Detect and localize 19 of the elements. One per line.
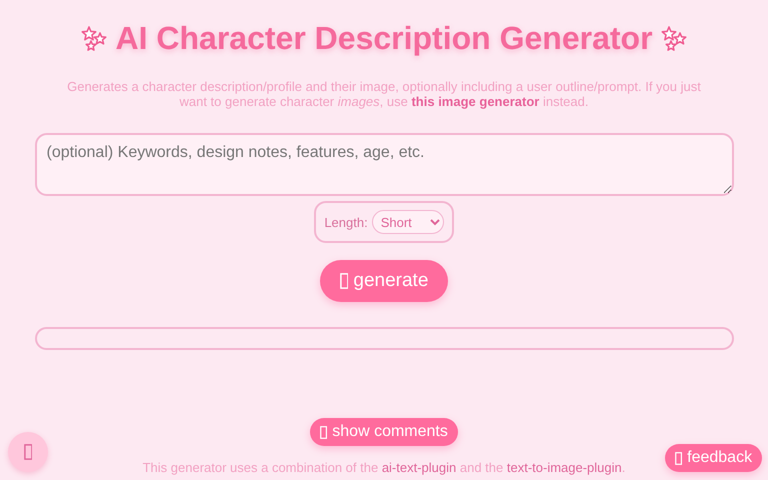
ai-text-plugin-link[interactable]: ai-text-plugin (382, 460, 456, 475)
length-label: Length: (324, 214, 368, 230)
image-generator-link[interactable]: this image generator (411, 94, 540, 109)
sparkles-icon (660, 26, 687, 52)
text-to-image-plugin-link[interactable]: text-to-image-plugin (506, 460, 622, 475)
page-title: AI Character Description Generator (115, 20, 653, 57)
square-icon (320, 426, 328, 438)
description-text: Generates a character description/profile and their image, optionally including a user outline/prompt. If you just want to generate character images, use this image generator instead. (66, 79, 702, 109)
generate-button[interactable]: generate (320, 260, 448, 302)
length-select[interactable]: Short (372, 210, 444, 234)
footer-text: This generator uses a combination of the ai-text-plugin and the text-to-image-plugin. (142, 460, 626, 477)
feedback-button[interactable]: feedback (665, 444, 762, 472)
show-comments-button[interactable]: show comments (310, 418, 458, 446)
prompt-field[interactable]: (optional) Keywords, design notes, features, age, etc. (34, 133, 734, 196)
sparkles-icon (81, 26, 108, 52)
square-icon (340, 273, 348, 289)
square-icon (675, 452, 682, 464)
square-icon (24, 444, 32, 460)
corner-button[interactable] (8, 432, 48, 472)
